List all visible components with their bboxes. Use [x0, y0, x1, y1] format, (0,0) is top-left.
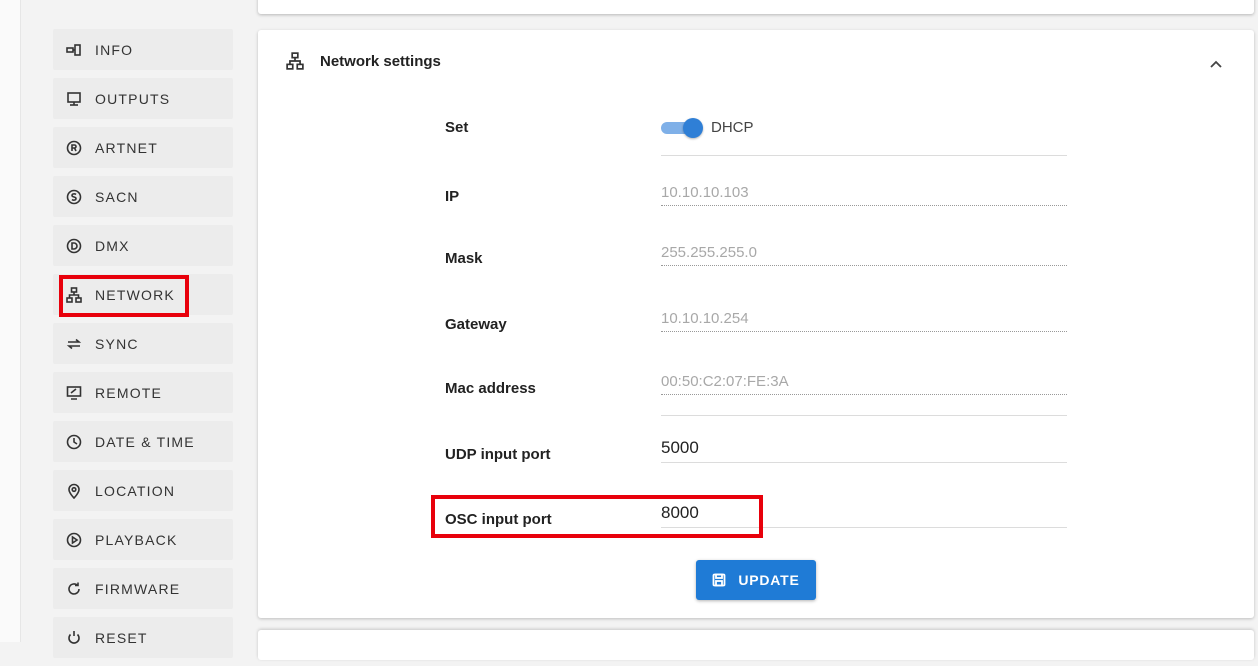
sidebar-item-info[interactable]: INFO — [53, 29, 233, 70]
divider — [661, 415, 1067, 416]
osc-row: OSC input port 8000 — [445, 503, 1067, 543]
card-title: Network settings — [320, 52, 441, 70]
remote-icon — [65, 384, 83, 402]
ip-row: IP 10.10.10.103 — [445, 184, 1067, 224]
reset-icon — [65, 629, 83, 647]
sidebar-item-date-time[interactable]: DATE & TIME — [53, 421, 233, 462]
toggle-knob — [683, 118, 703, 138]
sidebar-item-firmware[interactable]: FIRMWARE — [53, 568, 233, 609]
sidebar-item-label: PLAYBACK — [95, 531, 178, 548]
chevron-up-icon — [1210, 60, 1222, 68]
udp-input[interactable]: 5000 — [661, 438, 1067, 463]
sync-icon — [65, 335, 83, 353]
firmware-icon — [65, 580, 83, 598]
previous-card — [258, 0, 1254, 14]
mac-row: Mac address 00:50:C2:07:FE:3A — [445, 373, 1067, 413]
ip-field: 10.10.10.103 — [661, 184, 1067, 206]
sidebar-item-label: DATE & TIME — [95, 433, 195, 450]
network-icon — [65, 286, 83, 304]
sidebar-item-label: FIRMWARE — [95, 580, 181, 597]
clock-icon — [65, 433, 83, 451]
set-row: Set DHCP — [445, 118, 1067, 158]
sidebar-item-location[interactable]: LOCATION — [53, 470, 233, 511]
udp-row: UDP input port 5000 — [445, 438, 1067, 478]
dmx-icon — [65, 237, 83, 255]
mac-field: 00:50:C2:07:FE:3A — [661, 373, 1067, 395]
next-card — [258, 630, 1254, 660]
sidebar-item-playback[interactable]: PLAYBACK — [53, 519, 233, 560]
sidebar-item-label: SACN — [95, 188, 139, 205]
mac-label: Mac address — [445, 380, 536, 397]
sidebar-item-reset[interactable]: RESET — [53, 617, 233, 658]
update-button[interactable]: UPDATE — [696, 560, 816, 600]
divider — [661, 155, 1067, 156]
sidebar-item-label: INFO — [95, 41, 134, 58]
outputs-icon — [65, 90, 83, 108]
dhcp-toggle[interactable] — [661, 118, 705, 138]
collapse-button[interactable] — [1208, 56, 1224, 72]
gateway-field: 10.10.10.254 — [661, 310, 1067, 332]
sidebar-item-network[interactable]: NETWORK — [53, 274, 233, 315]
sidebar-item-artnet[interactable]: ARTNET — [53, 127, 233, 168]
udp-label: UDP input port — [445, 446, 551, 463]
sidebar-item-outputs[interactable]: OUTPUTS — [53, 78, 233, 119]
artnet-icon — [65, 139, 83, 157]
sidebar-item-label: LOCATION — [95, 482, 176, 499]
osc-label: OSC input port — [445, 511, 552, 528]
network-icon — [286, 52, 304, 70]
sidebar-item-sync[interactable]: SYNC — [53, 323, 233, 364]
sidebar-item-sacn[interactable]: SACN — [53, 176, 233, 217]
sidebar-item-dmx[interactable]: DMX — [53, 225, 233, 266]
info-icon — [65, 41, 83, 59]
sacn-icon — [65, 188, 83, 206]
network-settings-card: Network settings Set DHCP IP 10.10.10.10… — [258, 30, 1254, 618]
mask-label: Mask — [445, 250, 483, 267]
sidebar-nav: INFO OUTPUTS ARTNET SACN DMX NETWORK SYN… — [53, 29, 233, 666]
playback-icon — [65, 531, 83, 549]
network-settings-header: Network settings — [286, 52, 441, 70]
gateway-row: Gateway 10.10.10.254 — [445, 310, 1067, 350]
sidebar-item-label: ARTNET — [95, 139, 158, 156]
set-label: Set — [445, 119, 469, 136]
dhcp-label: DHCP — [711, 119, 754, 136]
sidebar-item-label: REMOTE — [95, 384, 163, 401]
ip-label: IP — [445, 188, 460, 205]
sidebar-item-label: RESET — [95, 629, 148, 646]
sidebar-item-remote[interactable]: REMOTE — [53, 372, 233, 413]
left-edge-strip — [0, 0, 21, 642]
location-icon — [65, 482, 83, 500]
mask-field: 255.255.255.0 — [661, 244, 1067, 266]
sidebar-item-label: DMX — [95, 237, 130, 254]
update-label: UPDATE — [738, 572, 800, 588]
sidebar-item-label: OUTPUTS — [95, 90, 171, 107]
sidebar-item-label: NETWORK — [95, 286, 175, 303]
osc-input[interactable]: 8000 — [661, 503, 1067, 528]
sidebar-item-label: SYNC — [95, 335, 139, 352]
gateway-label: Gateway — [445, 316, 507, 333]
save-icon — [712, 573, 726, 587]
mask-row: Mask 255.255.255.0 — [445, 244, 1067, 284]
